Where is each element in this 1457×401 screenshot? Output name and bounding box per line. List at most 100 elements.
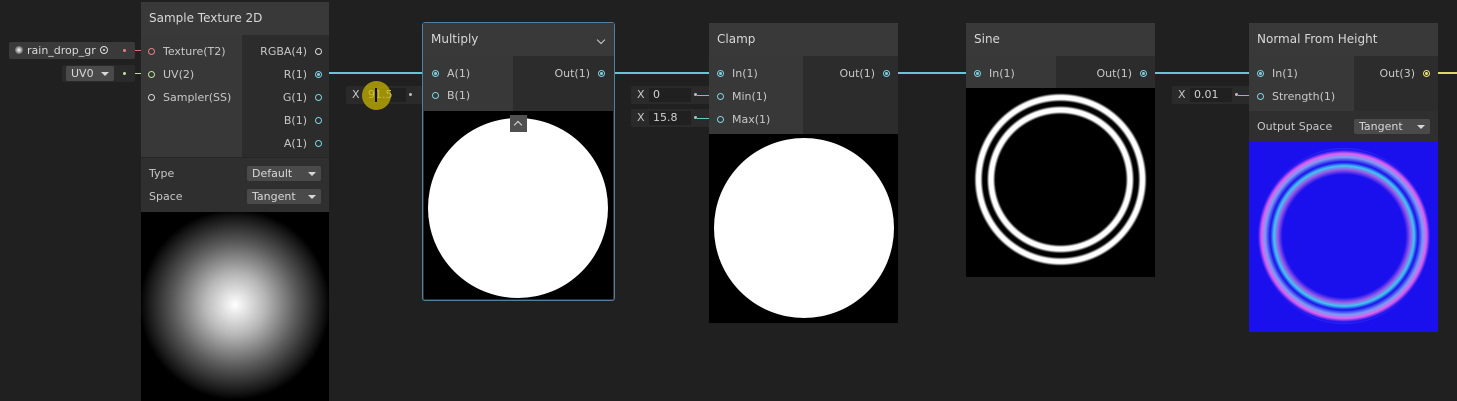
- type-value: Default: [252, 167, 293, 180]
- node-title[interactable]: Sample Texture 2D: [141, 2, 329, 35]
- wire-r-to-multiply-a[interactable]: [322, 72, 435, 74]
- preview-blob: [428, 118, 608, 298]
- node-sine[interactable]: Sine In(1) Out(1): [966, 23, 1155, 277]
- port-pin[interactable]: [1140, 70, 1147, 77]
- port-pin[interactable]: [315, 48, 322, 55]
- node-title-text: Multiply: [431, 32, 479, 46]
- chevron-down-icon: [308, 195, 316, 199]
- wire-sine-to-normal[interactable]: [1147, 72, 1259, 74]
- preview-blob: [714, 138, 894, 318]
- clamp-min-value[interactable]: 0: [649, 88, 691, 102]
- port-label: In(1): [989, 67, 1015, 80]
- texture-property-field[interactable]: rain_drop_gr: [9, 42, 135, 59]
- port-pin[interactable]: [717, 70, 724, 77]
- node-clamp[interactable]: Clamp In(1) Min(1) Max(1) Out(1): [709, 23, 898, 323]
- port-pin[interactable]: [315, 94, 322, 101]
- port-pin[interactable]: [315, 140, 322, 147]
- strength-value[interactable]: 0.01: [1190, 88, 1232, 102]
- output-space-dropdown[interactable]: Tangent: [1354, 119, 1430, 134]
- node-multiply[interactable]: Multiply A(1) B(1) Out(1): [422, 22, 615, 301]
- port-out[interactable]: Out(1): [1056, 66, 1155, 82]
- chevron-down-icon: [308, 172, 316, 176]
- texture-thumb-icon: [15, 46, 23, 54]
- port-label: Strength(1): [1272, 90, 1336, 103]
- port-r[interactable]: R(1): [242, 67, 329, 83]
- space-value: Tangent: [252, 190, 296, 203]
- port-pin[interactable]: [598, 70, 605, 77]
- input-ports: In(1): [966, 56, 1056, 88]
- output-space-value: Tangent: [1359, 120, 1403, 133]
- port-label: A(1): [283, 137, 307, 150]
- port-pin[interactable]: [883, 70, 890, 77]
- axis-label: X: [637, 88, 645, 101]
- node-title[interactable]: Sine: [966, 23, 1155, 56]
- uv-channel-value: UV0: [71, 67, 94, 80]
- wire-clamp-to-sine[interactable]: [890, 72, 976, 74]
- node-preview: [1249, 142, 1438, 332]
- port-label: R(1): [283, 68, 307, 81]
- node-settings: Output Space Tangent: [1249, 111, 1438, 142]
- port-out[interactable]: Out(3): [1354, 66, 1438, 82]
- port-label: A(1): [447, 67, 471, 80]
- port-pin[interactable]: [1423, 70, 1430, 77]
- port-rgba[interactable]: RGBA(4): [242, 44, 329, 60]
- uv-connection-dot: [123, 72, 126, 75]
- wire-multiply-to-clamp[interactable]: [604, 72, 720, 74]
- port-pin[interactable]: [717, 116, 724, 123]
- preview-rings: [972, 91, 1149, 268]
- texture-property-label: rain_drop_gr: [27, 44, 96, 57]
- port-pin[interactable]: [1257, 70, 1264, 77]
- node-settings: Type Default Space Tangent: [141, 157, 329, 213]
- port-pin[interactable]: [432, 70, 439, 77]
- port-pin[interactable]: [432, 92, 439, 99]
- object-picker-icon[interactable]: [100, 46, 108, 54]
- output-ports: Out(3): [1354, 56, 1438, 111]
- port-pin[interactable]: [974, 70, 981, 77]
- port-label: Max(1): [732, 113, 771, 126]
- node-preview: [424, 111, 613, 299]
- port-out[interactable]: Out(1): [803, 66, 898, 82]
- node-preview: [966, 88, 1155, 277]
- uv-channel-field[interactable]: UV0: [62, 65, 135, 82]
- input-ports: Texture(T2) UV(2) Sampler(SS): [141, 35, 242, 157]
- port-pin[interactable]: [315, 71, 322, 78]
- port-pin[interactable]: [717, 93, 724, 100]
- node-title[interactable]: Multiply: [423, 23, 614, 56]
- output-ports: RGBA(4) R(1) G(1) B(1) A(1): [242, 35, 329, 157]
- port-label: B(1): [447, 89, 471, 102]
- port-b[interactable]: B(1): [242, 113, 329, 129]
- port-pin[interactable]: [1257, 93, 1264, 100]
- text-cursor-icon: [375, 88, 377, 102]
- port-pin[interactable]: [148, 94, 155, 101]
- type-label: Type: [149, 167, 175, 180]
- input-ports: A(1) B(1): [423, 56, 513, 111]
- node-normal-from-height[interactable]: Normal From Height In(1) Strength(1) Out…: [1249, 23, 1438, 332]
- preview-normal-rings: [1258, 148, 1430, 324]
- port-pin[interactable]: [148, 71, 155, 78]
- port-a[interactable]: A(1): [242, 136, 329, 152]
- node-title[interactable]: Clamp: [709, 23, 898, 56]
- node-sample-texture-2d[interactable]: Sample Texture 2D Texture(T2) UV(2) Samp…: [141, 2, 329, 401]
- port-g[interactable]: G(1): [242, 90, 329, 106]
- chevron-down-icon[interactable]: [596, 35, 606, 45]
- uv-channel-dropdown[interactable]: UV0: [66, 66, 114, 81]
- axis-label: X: [352, 88, 360, 101]
- chevron-up-icon: [513, 120, 523, 130]
- output-space-label: Output Space: [1257, 120, 1333, 133]
- collapse-preview-button[interactable]: [510, 115, 527, 132]
- port-pin[interactable]: [315, 117, 322, 124]
- port-label: Out(1): [1096, 67, 1132, 80]
- port-label: B(1): [283, 114, 307, 127]
- space-dropdown[interactable]: Tangent: [247, 189, 321, 204]
- space-label: Space: [149, 190, 183, 203]
- port-pin[interactable]: [148, 48, 155, 55]
- type-dropdown[interactable]: Default: [247, 166, 321, 181]
- port-label: Out(3): [1379, 67, 1415, 80]
- clamp-max-value[interactable]: 15.8: [649, 111, 691, 125]
- port-label: UV(2): [163, 68, 195, 81]
- output-ports: Out(1): [1056, 56, 1155, 88]
- output-ports: Out(1): [803, 56, 898, 134]
- port-out[interactable]: Out(1): [513, 66, 614, 82]
- input-ports: In(1) Strength(1): [1249, 56, 1354, 111]
- node-title[interactable]: Normal From Height: [1249, 23, 1438, 56]
